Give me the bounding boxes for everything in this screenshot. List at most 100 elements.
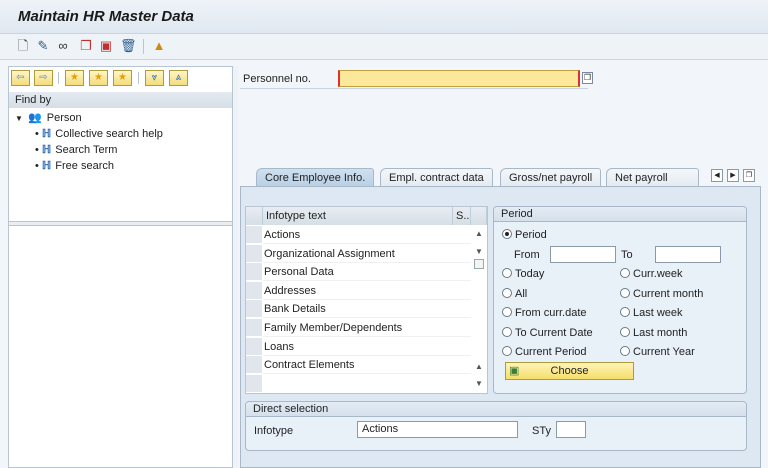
- divider: [58, 72, 59, 84]
- row-selector[interactable]: [246, 374, 262, 393]
- tab-net-payroll[interactable]: Net payroll: [606, 168, 699, 187]
- radio-option[interactable]: Current Period: [502, 346, 587, 358]
- direct-selection-group: Direct selection Infotype Actions STy: [245, 401, 747, 451]
- radio-option[interactable]: All: [502, 287, 528, 300]
- table-row[interactable]: Loans: [263, 338, 471, 356]
- delete-icon[interactable]: 🗑: [120, 38, 137, 54]
- column-header-s[interactable]: S..: [453, 207, 471, 225]
- choose-button[interactable]: ▣ Choose: [505, 362, 634, 380]
- object-manager-panel: ⇦ ⇨ ★ ★ ★ ⩔ ⩓ Find by ▼ 👥 Person • ℍ Coll…: [8, 66, 233, 468]
- table-row[interactable]: Actions: [263, 226, 471, 244]
- radio-label: Last week: [633, 307, 683, 319]
- scrollbar-thumb[interactable]: [474, 259, 484, 269]
- table-row[interactable]: Contract Elements: [263, 356, 471, 375]
- tab-list-icon[interactable]: ❐: [743, 169, 755, 182]
- table-row[interactable]: Family Member/Dependents: [263, 319, 471, 337]
- row-selector[interactable]: [246, 356, 262, 375]
- table-row[interactable]: Addresses: [263, 282, 471, 300]
- divider: [143, 39, 144, 54]
- panel-splitter[interactable]: [9, 221, 232, 226]
- overview-icon[interactable]: ▲: [151, 38, 167, 54]
- tree-label: Collective search help: [55, 128, 163, 140]
- subtype-label: STy: [532, 425, 551, 437]
- radio-label: All: [515, 287, 528, 300]
- tree-node-person[interactable]: ▼ 👥 Person: [15, 111, 82, 124]
- row-selector[interactable]: [246, 226, 262, 244]
- collapse-arrow-icon[interactable]: ▼: [15, 114, 23, 123]
- button-label: Choose: [550, 365, 589, 377]
- binoculars-icon: ℍ: [41, 144, 52, 156]
- scroll-up-icon[interactable]: ▲: [473, 229, 485, 238]
- tab-empl-contract-data[interactable]: Empl. contract data: [380, 168, 493, 187]
- create-icon[interactable]: 🗋: [15, 38, 31, 54]
- table-row[interactable]: Personal Data: [263, 263, 471, 282]
- back-icon[interactable]: ⇦: [11, 70, 30, 86]
- table-row[interactable]: Bank Details: [263, 300, 471, 319]
- infotype-input[interactable]: Actions: [357, 421, 518, 438]
- scroll-down-icon[interactable]: ▼: [473, 247, 485, 256]
- tree-item-collective-search[interactable]: • ℍ Collective search help: [35, 127, 163, 140]
- forward-icon[interactable]: ⇨: [34, 70, 53, 86]
- select-all-header[interactable]: [246, 207, 263, 225]
- tab-gross-net-payroll[interactable]: Gross/net payroll: [500, 168, 602, 187]
- copy-icon[interactable]: ❐: [78, 38, 94, 54]
- radio-option[interactable]: Curr.week: [620, 268, 683, 280]
- subtype-input[interactable]: [556, 421, 586, 438]
- page-title: Maintain HR Master Data: [18, 8, 194, 25]
- divider: [240, 88, 588, 89]
- row-selector[interactable]: [246, 319, 262, 337]
- collapse-icon[interactable]: ⩓: [169, 70, 188, 86]
- radio-option[interactable]: Current month: [620, 287, 704, 300]
- radio-option[interactable]: Last month: [620, 326, 687, 339]
- add-favorite-icon[interactable]: ★: [65, 70, 84, 86]
- radio-label: Current Period: [515, 346, 587, 358]
- personnel-no-label: Personnel no.: [243, 73, 311, 85]
- tab-scroll-right-icon[interactable]: ▶: [727, 169, 739, 182]
- radio-period[interactable]: Period: [502, 229, 547, 241]
- tree-item-search-term[interactable]: • ℍ Search Term: [35, 143, 117, 156]
- vertical-splitter[interactable]: [233, 66, 238, 468]
- table-row[interactable]: Organizational Assignment: [263, 245, 471, 263]
- row-selector[interactable]: [246, 300, 262, 319]
- scroll-up-icon[interactable]: ▲: [473, 362, 485, 371]
- delete-favorite-icon[interactable]: ★: [113, 70, 132, 86]
- tab-scroll-left-icon[interactable]: ◀: [711, 169, 723, 182]
- from-label: From: [514, 249, 540, 261]
- column-settings[interactable]: [471, 207, 487, 225]
- radio-option[interactable]: Current Year: [620, 346, 695, 358]
- scroll-down-icon[interactable]: ▼: [473, 379, 485, 388]
- row-selector[interactable]: [246, 281, 262, 300]
- binoculars-icon: ℍ: [41, 128, 52, 140]
- row-selector[interactable]: [246, 244, 262, 263]
- radio-option[interactable]: Last week: [620, 307, 683, 319]
- direct-selection-title: Direct selection: [246, 402, 746, 417]
- choose-icon: ▣: [509, 365, 520, 377]
- infotype-label: Infotype: [254, 425, 294, 437]
- display-icon[interactable]: ∞: [55, 38, 71, 54]
- delimit-icon[interactable]: ▣: [98, 38, 114, 54]
- application-toolbar: 🗋 ✎ ∞ ❐ ▣ 🗑 ▲: [0, 34, 768, 60]
- row-selector[interactable]: [246, 337, 262, 356]
- radio-label: Current Year: [633, 346, 695, 358]
- row-selector[interactable]: [246, 263, 262, 282]
- tab-core-employee-info[interactable]: Core Employee Info.: [256, 168, 375, 187]
- infotype-table: Infotype text S.. Actions Organizational …: [245, 206, 488, 394]
- search-help-icon[interactable]: ❐: [582, 72, 593, 84]
- tree-item-free-search[interactable]: • ℍ Free search: [35, 159, 114, 172]
- expand-icon[interactable]: ⩔: [145, 70, 164, 86]
- personnel-no-input[interactable]: [338, 70, 580, 87]
- title-bar: Maintain HR Master Data: [0, 0, 768, 34]
- to-date-input[interactable]: [655, 246, 721, 263]
- tree-label: Person: [46, 112, 82, 124]
- radio-option[interactable]: From curr.date: [502, 307, 587, 319]
- from-date-input[interactable]: [550, 246, 616, 263]
- divider: [138, 72, 139, 84]
- binoculars-icon: ℍ: [41, 160, 52, 172]
- radio-label: Current month: [633, 287, 704, 300]
- tree-label: Free search: [55, 160, 114, 172]
- radio-option[interactable]: Today: [502, 268, 544, 280]
- radio-option[interactable]: To Current Date: [502, 326, 593, 339]
- change-icon[interactable]: ✎: [35, 38, 51, 54]
- column-header-infotype-text[interactable]: Infotype text: [263, 207, 453, 225]
- favorites-icon[interactable]: ★: [89, 70, 108, 86]
